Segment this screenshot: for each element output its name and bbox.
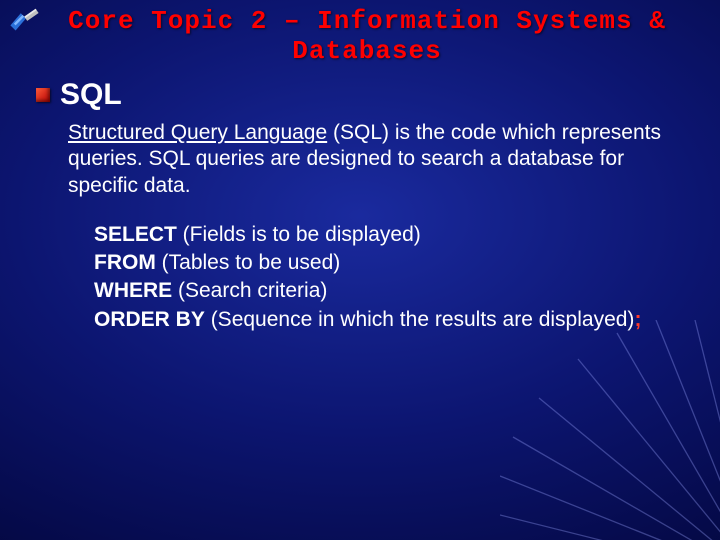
- sql-line-orderby: ORDER BY (Sequence in which the results …: [94, 306, 650, 334]
- desc-select: (Fields is to be displayed): [177, 223, 421, 246]
- sql-semicolon: ;: [634, 308, 641, 331]
- intro-paragraph: Structured Query Language (SQL) is the c…: [68, 120, 670, 199]
- slide-title: Core Topic 2 – Information Systems & Dat…: [0, 0, 720, 66]
- desc-where: (Search criteria): [172, 279, 327, 302]
- keyword-where: WHERE: [94, 279, 172, 302]
- term-underlined: Structured Query Language: [68, 121, 327, 144]
- sql-syntax-block: SELECT (Fields is to be displayed) FROM …: [94, 221, 650, 334]
- desc-orderby: (Sequence in which the results are displ…: [205, 308, 635, 331]
- bullet-icon: [36, 88, 50, 102]
- sql-line-from: FROM (Tables to be used): [94, 249, 650, 277]
- desc-from: (Tables to be used): [156, 251, 340, 274]
- sql-line-where: WHERE (Search criteria): [94, 277, 650, 305]
- section-heading: SQL: [60, 78, 122, 112]
- keyword-select: SELECT: [94, 223, 177, 246]
- corner-rays-decoration: [500, 320, 720, 540]
- keyword-orderby: ORDER BY: [94, 308, 205, 331]
- sql-line-select: SELECT (Fields is to be displayed): [94, 221, 650, 249]
- keyword-from: FROM: [94, 251, 156, 274]
- brush-icon: [8, 8, 44, 34]
